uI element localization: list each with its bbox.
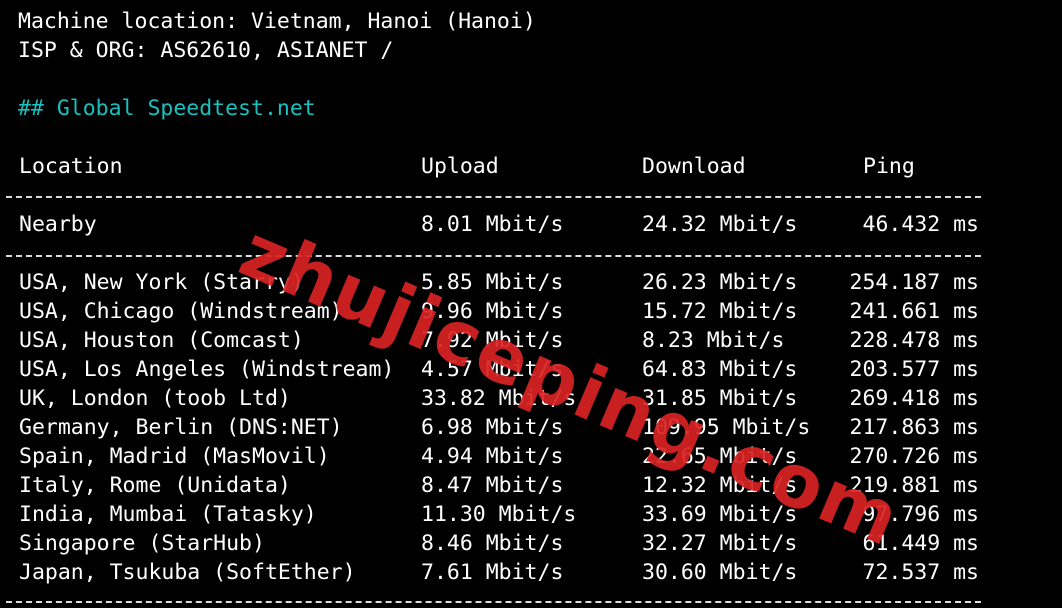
separator-line [6, 196, 981, 198]
table-row: USA, Chicago (Windstream) 9.96 Mbit/s 15.7… [18, 297, 1062, 326]
separator-line [6, 255, 981, 257]
table-row: Spain, Madrid (MasMovil) 4.94 Mbit/s 22.65… [18, 442, 1062, 471]
cell-location: USA, Los Angeles (Windstream) [19, 357, 395, 382]
table-row: Singapore (StarHub) 8.46 Mbit/s 32.27 Mbit… [18, 529, 1062, 558]
cell-ping: 219.881 ms [849, 473, 979, 498]
cell-download: 33.69 Mbit/s [642, 502, 798, 527]
cell-download: 64.83 Mbit/s [642, 357, 798, 382]
machine-location-line: Machine location: Vietnam, Hanoi (Hanoi) [18, 9, 536, 34]
cell-location: UK, London (toob Ltd) [19, 386, 291, 411]
cell-download: 31.85 Mbit/s [642, 386, 798, 411]
cell-ping: 97.796 ms [862, 502, 980, 527]
cell-upload: 8.47 Mbit/s [421, 473, 564, 498]
table-row: UK, London (toob Ltd) 33.82 Mbit/s 31.85 M… [18, 384, 1062, 413]
table-row: Japan, Tsukuba (SoftEther) 7.61 Mbit/s 30.… [18, 558, 1062, 587]
table-row: Germany, Berlin (DNS:NET) 6.98 Mbit/s 109.… [18, 413, 1062, 442]
cell-location: Italy, Rome (Unidata) [19, 473, 291, 498]
nearby-download: 24.32 Mbit/s [642, 212, 798, 237]
section-heading: ## Global Speedtest.net [18, 96, 316, 121]
cell-ping: 269.418 ms [849, 386, 979, 411]
cell-location: Japan, Tsukuba (SoftEther) [19, 560, 356, 585]
cell-download: 12.32 Mbit/s [642, 473, 798, 498]
column-header-ping: Ping [863, 154, 915, 179]
table-row: USA, New York (Starry) 5.85 Mbit/s 26.23 M… [18, 268, 1062, 297]
cell-location: USA, Houston (Comcast) [19, 328, 304, 353]
cell-upload: 33.82 Mbit/s [421, 386, 577, 411]
cell-upload: 7.61 Mbit/s [421, 560, 564, 585]
cell-ping: 270.726 ms [849, 444, 979, 469]
cell-upload: 4.94 Mbit/s [421, 444, 564, 469]
cell-location: Germany, Berlin (DNS:NET) [19, 415, 343, 440]
cell-location: USA, New York (Starry) [19, 270, 304, 295]
column-header-download: Download [642, 154, 746, 179]
cell-ping: 217.863 ms [849, 415, 979, 440]
table-row-nearby: Nearby 8.01 Mbit/s 24.32 Mbit/s 46.432 m… [18, 210, 1062, 239]
cell-download: 15.72 Mbit/s [642, 299, 798, 324]
cell-download: 32.27 Mbit/s [642, 531, 798, 556]
table-header-row: Location Upload Download Ping [18, 152, 1062, 181]
table-row: USA, Houston (Comcast) 7.92 Mbit/s 8.23 Mb… [18, 326, 1062, 355]
column-header-location: Location [19, 154, 123, 179]
cell-ping: 228.478 ms [849, 328, 979, 353]
table-row: India, Mumbai (Tatasky) 11.30 Mbit/s 33.69… [18, 500, 1062, 529]
cell-ping: 203.577 ms [849, 357, 979, 382]
cell-location: Singapore (StarHub) [19, 531, 265, 556]
cell-ping: 254.187 ms [849, 270, 979, 295]
cell-download: 26.23 Mbit/s [642, 270, 798, 295]
cell-ping: 241.661 ms [849, 299, 979, 324]
nearby-ping: 46.432 ms [862, 212, 980, 237]
cell-ping: 72.537 ms [862, 560, 980, 585]
isp-org-line: ISP & ORG: AS62610, ASIANET / [18, 38, 394, 63]
cell-location: Spain, Madrid (MasMovil) [19, 444, 330, 469]
cell-upload: 6.98 Mbit/s [421, 415, 564, 440]
cell-upload: 4.57 Mbit/s [421, 357, 564, 382]
cell-download: 22.65 Mbit/s [642, 444, 798, 469]
table-row: USA, Los Angeles (Windstream) 4.57 Mbit/s… [18, 355, 1062, 384]
cell-download: 30.60 Mbit/s [642, 560, 798, 585]
nearby-location: Nearby [19, 212, 97, 237]
cell-upload: 8.46 Mbit/s [421, 531, 564, 556]
cell-upload: 11.30 Mbit/s [421, 502, 577, 527]
cell-upload: 7.92 Mbit/s [421, 328, 564, 353]
cell-upload: 9.96 Mbit/s [421, 299, 564, 324]
cell-upload: 5.85 Mbit/s [421, 270, 564, 295]
cell-ping: 61.449 ms [862, 531, 980, 556]
nearby-upload: 8.01 Mbit/s [421, 212, 564, 237]
cell-location: India, Mumbai (Tatasky) [19, 502, 317, 527]
cell-download: 109.95 Mbit/s [642, 415, 811, 440]
table-row: Italy, Rome (Unidata) 8.47 Mbit/s 12.32 Mb… [18, 471, 1062, 500]
column-header-upload: Upload [421, 154, 499, 179]
cell-download: 8.23 Mbit/s [642, 328, 785, 353]
cell-location: USA, Chicago (Windstream) [19, 299, 343, 324]
separator-line [6, 601, 981, 603]
